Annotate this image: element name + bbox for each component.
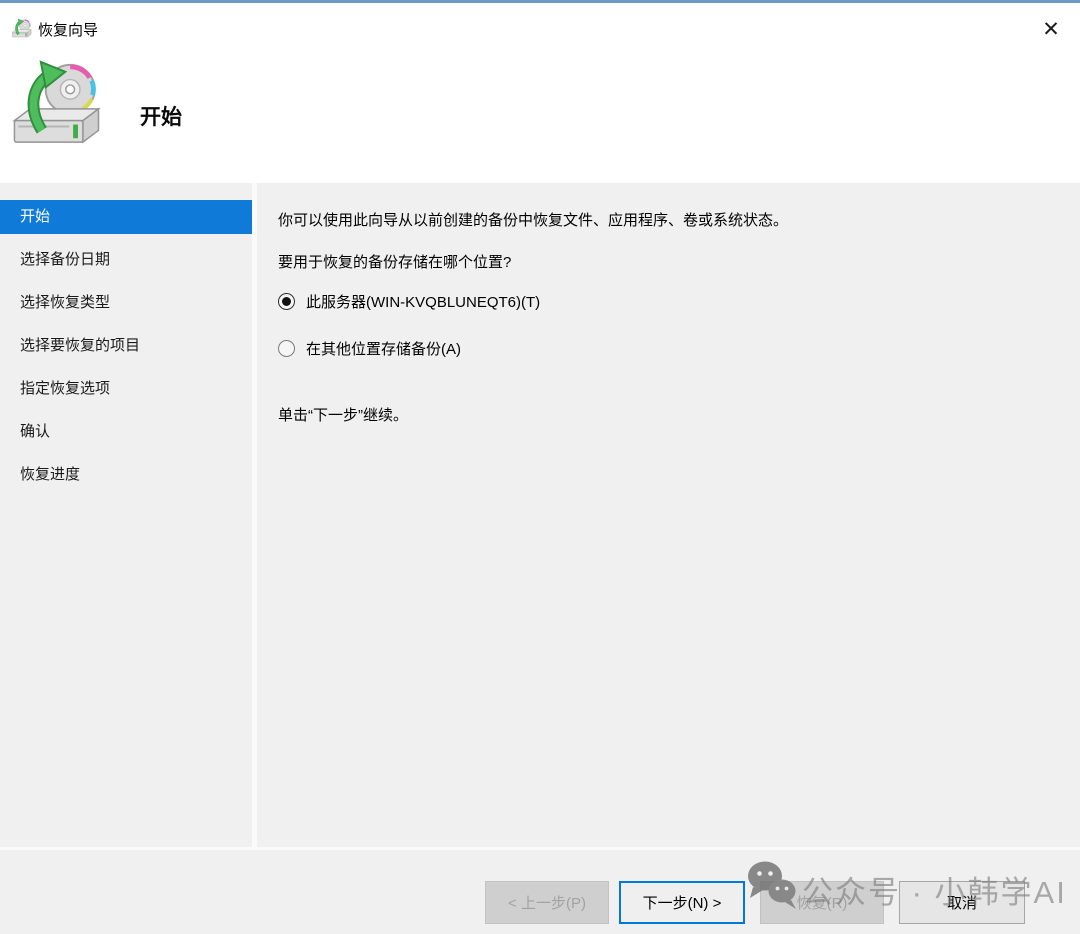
step-getting-started: 开始 <box>0 200 252 234</box>
step-confirmation: 确认 <box>0 415 252 449</box>
hint-text: 单击“下一步”继续。 <box>278 404 408 425</box>
wizard-steps-sidebar: 开始 选择备份日期 选择恢复类型 选择要恢复的项目 指定恢复选项 确认 恢复进度 <box>0 183 252 934</box>
cancel-button[interactable]: 取消 <box>899 881 1025 924</box>
step-recovery-progress: 恢复进度 <box>0 458 252 492</box>
step-select-backup-date: 选择备份日期 <box>0 243 252 277</box>
radio-selected-icon[interactable] <box>278 293 295 310</box>
recover-button[interactable]: 恢复(R) <box>760 881 884 924</box>
previous-button[interactable]: < 上一步(P) <box>485 881 609 924</box>
radio-unselected-icon[interactable] <box>278 340 295 357</box>
window-title: 恢复向导 <box>38 19 98 40</box>
button-bar-separator <box>0 847 1080 850</box>
restore-big-icon <box>8 60 103 148</box>
radio-label-other-location[interactable]: 在其他位置存储备份(A) <box>306 338 461 359</box>
intro-text: 你可以使用此向导从以前创建的备份中恢复文件、应用程序、卷或系统状态。 <box>278 209 788 230</box>
wizard-body: 开始 选择备份日期 选择恢复类型 选择要恢复的项目 指定恢复选项 确认 恢复进度… <box>0 183 1080 934</box>
titlebar: 恢复向导 ✕ <box>0 6 1080 50</box>
radio-label-this-server[interactable]: 此服务器(WIN-KVQBLUNEQT6)(T) <box>306 291 540 312</box>
step-select-recovery-type: 选择恢复类型 <box>0 286 252 320</box>
sidebar-divider <box>252 183 257 847</box>
page-title: 开始 <box>140 101 182 131</box>
wizard-header: 开始 <box>0 50 1080 183</box>
step-specify-options: 指定恢复选项 <box>0 372 252 406</box>
step-select-items: 选择要恢复的项目 <box>0 329 252 363</box>
radio-option-other-location[interactable]: 在其他位置存储备份(A) <box>278 338 461 359</box>
radio-option-this-server[interactable]: 此服务器(WIN-KVQBLUNEQT6)(T) <box>278 291 540 312</box>
close-icon[interactable]: ✕ <box>1036 14 1066 44</box>
next-button[interactable]: 下一步(N) > <box>619 881 745 924</box>
restore-wizard-icon <box>11 18 32 39</box>
question-text: 要用于恢复的备份存储在哪个位置? <box>278 251 511 272</box>
recovery-wizard-window: 恢复向导 ✕ 开始 开始 选择备份日期 选择恢复类型 选择要恢复的项目 指定恢复… <box>0 0 1080 934</box>
